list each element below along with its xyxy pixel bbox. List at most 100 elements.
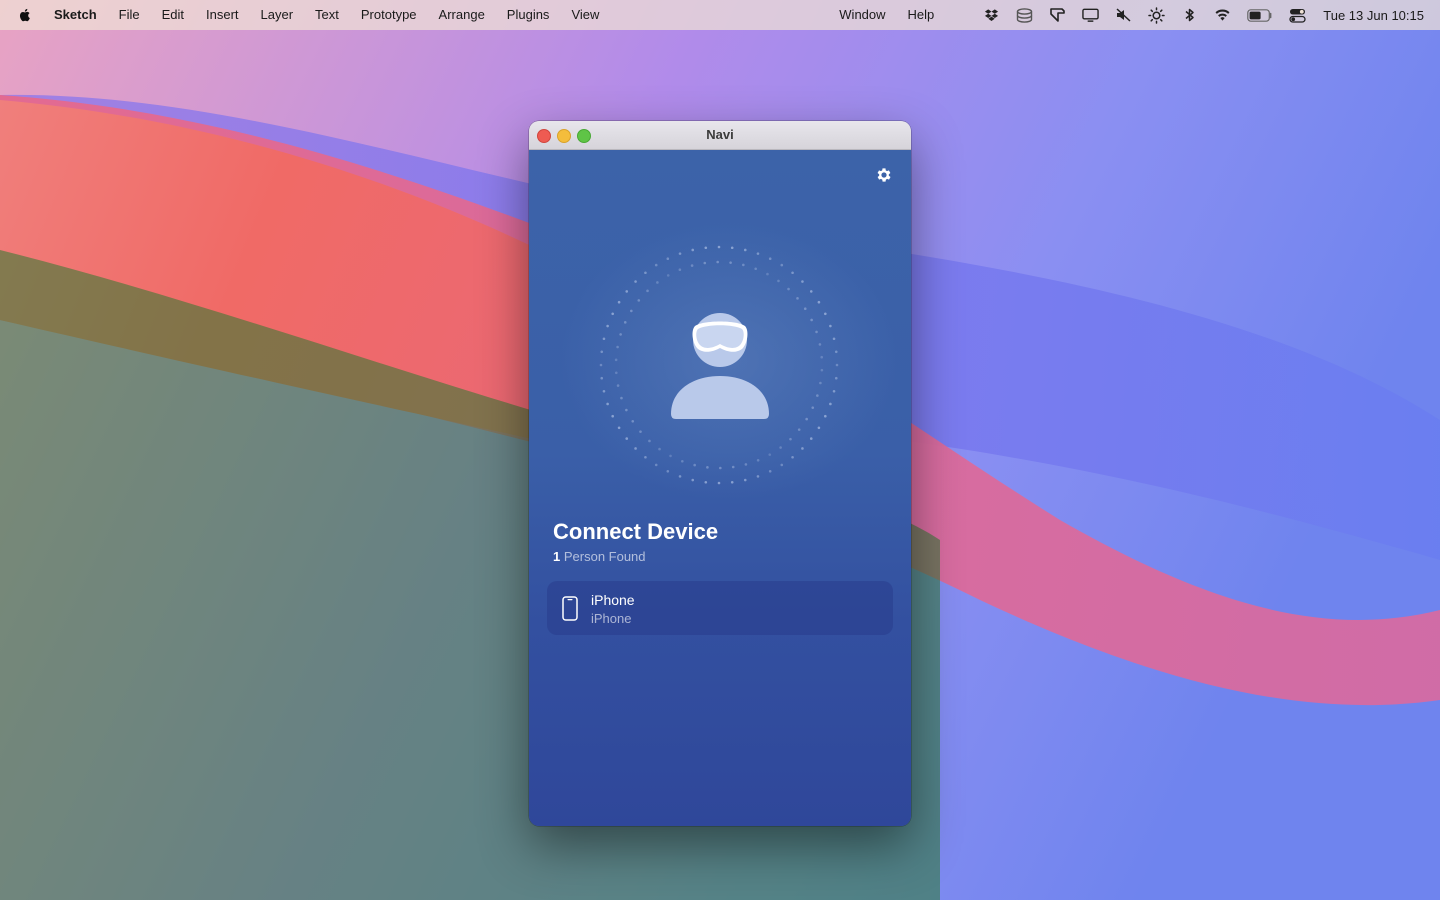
scan-dot bbox=[819, 381, 822, 385]
scan-dot bbox=[824, 312, 827, 316]
scan-dot bbox=[654, 263, 658, 267]
scan-dot bbox=[820, 355, 824, 359]
scan-dot bbox=[719, 466, 722, 470]
scan-dot bbox=[756, 458, 760, 462]
scan-dot bbox=[780, 263, 784, 267]
people-found-label: 1 Person Found bbox=[553, 549, 646, 564]
menu-bar-clock[interactable]: Tue 13 Jun 10:15 bbox=[1314, 8, 1440, 23]
scan-dot bbox=[797, 428, 801, 431]
iphone-icon bbox=[562, 596, 578, 621]
bluetooth-icon[interactable] bbox=[1181, 7, 1198, 24]
scan-dot bbox=[756, 252, 760, 255]
scan-dot bbox=[743, 248, 747, 252]
scan-dot bbox=[678, 252, 682, 255]
people-found-count: 1 bbox=[553, 549, 561, 564]
scan-dot bbox=[744, 463, 748, 466]
menu-window[interactable]: Window bbox=[828, 0, 896, 30]
scan-dot bbox=[691, 478, 695, 482]
scan-dot bbox=[654, 463, 658, 467]
scan-dot bbox=[832, 337, 836, 341]
scan-dot bbox=[816, 394, 819, 397]
menu-insert[interactable]: Insert bbox=[195, 0, 250, 30]
scan-dot bbox=[666, 470, 670, 473]
scan-dot bbox=[616, 384, 620, 387]
device-row-iphone[interactable]: iPhone iPhone bbox=[547, 581, 893, 635]
scan-dot bbox=[768, 453, 772, 456]
menu-layer[interactable]: Layer bbox=[250, 0, 305, 30]
menu-file[interactable]: File bbox=[108, 0, 151, 30]
scan-dot bbox=[611, 414, 614, 418]
control-center-icon[interactable] bbox=[1289, 7, 1306, 24]
settings-gear-icon[interactable] bbox=[875, 166, 893, 184]
scan-dot bbox=[834, 350, 838, 354]
scan-dot bbox=[623, 321, 627, 324]
menu-arrange[interactable]: Arrange bbox=[428, 0, 496, 30]
scan-dot bbox=[756, 475, 760, 478]
scan-dot bbox=[656, 281, 659, 284]
scan-dot bbox=[620, 396, 623, 400]
scan-dot bbox=[658, 447, 661, 451]
scan-dot bbox=[704, 480, 708, 484]
scan-dot bbox=[811, 406, 815, 409]
scan-dot bbox=[717, 245, 721, 249]
scan-dot bbox=[801, 447, 804, 450]
scan-dot bbox=[832, 389, 836, 393]
database-icon[interactable] bbox=[1016, 7, 1033, 24]
window-title: Navi bbox=[706, 127, 734, 142]
scan-dot bbox=[803, 307, 807, 310]
menu-bar: Sketch File Edit Insert Layer Text Proto… bbox=[0, 0, 1440, 30]
brightness-icon[interactable] bbox=[1148, 6, 1166, 24]
scan-dot bbox=[820, 368, 824, 372]
scan-dot bbox=[614, 371, 618, 375]
menu-prototype[interactable]: Prototype bbox=[350, 0, 428, 30]
menu-app-sketch[interactable]: Sketch bbox=[45, 0, 108, 30]
device-name: iPhone bbox=[591, 592, 635, 608]
scan-dot bbox=[817, 300, 821, 304]
speaker-muted-icon[interactable] bbox=[1115, 7, 1132, 24]
scan-dot bbox=[666, 257, 670, 260]
apple-menu-icon[interactable] bbox=[17, 7, 33, 23]
scan-dot bbox=[648, 439, 651, 443]
scan-dot bbox=[801, 280, 804, 283]
scan-dot bbox=[666, 274, 670, 277]
scan-dot bbox=[789, 437, 792, 441]
scan-dot bbox=[815, 330, 818, 334]
display-icon[interactable] bbox=[1082, 7, 1100, 24]
scan-dot bbox=[706, 466, 709, 469]
people-found-text: Person Found bbox=[563, 549, 646, 564]
menu-help[interactable]: Help bbox=[897, 0, 946, 30]
menu-edit[interactable]: Edit bbox=[151, 0, 195, 30]
menu-view[interactable]: View bbox=[560, 0, 610, 30]
menu-bar-right: Window Help Tue 13 Jun 10:15 bbox=[828, 0, 1440, 30]
scan-dot bbox=[637, 299, 641, 302]
scan-dot bbox=[639, 430, 642, 433]
scan-dot bbox=[834, 376, 838, 380]
scan-dot bbox=[631, 420, 635, 423]
scan-dot bbox=[824, 414, 827, 418]
scan-dot bbox=[730, 246, 734, 250]
window-titlebar[interactable]: Navi bbox=[529, 121, 911, 150]
scan-dot bbox=[796, 297, 799, 300]
scan-dot bbox=[678, 475, 682, 478]
scan-dot bbox=[690, 264, 694, 267]
menu-plugins[interactable]: Plugins bbox=[496, 0, 561, 30]
scan-dot bbox=[743, 478, 747, 482]
menu-text[interactable]: Text bbox=[304, 0, 350, 30]
dropbox-icon[interactable] bbox=[983, 7, 1000, 24]
scan-dot bbox=[716, 260, 719, 264]
scan-dot bbox=[768, 470, 772, 473]
scan-dot bbox=[729, 261, 732, 264]
vision-pro-person-icon bbox=[671, 313, 769, 419]
scan-dot bbox=[809, 290, 813, 293]
cursor-app-icon[interactable] bbox=[1049, 7, 1066, 24]
navi-window: Navi Connect Device 1 Person Found iPhon… bbox=[529, 121, 911, 826]
scan-dot bbox=[634, 447, 637, 450]
scan-dot bbox=[691, 248, 695, 252]
scan-dot bbox=[780, 463, 784, 467]
scan-dot bbox=[809, 437, 813, 440]
wifi-icon[interactable] bbox=[1214, 7, 1231, 24]
device-type: iPhone bbox=[591, 611, 632, 626]
scan-dot bbox=[625, 408, 628, 412]
battery-icon[interactable] bbox=[1247, 7, 1273, 24]
scan-dot bbox=[817, 426, 821, 430]
